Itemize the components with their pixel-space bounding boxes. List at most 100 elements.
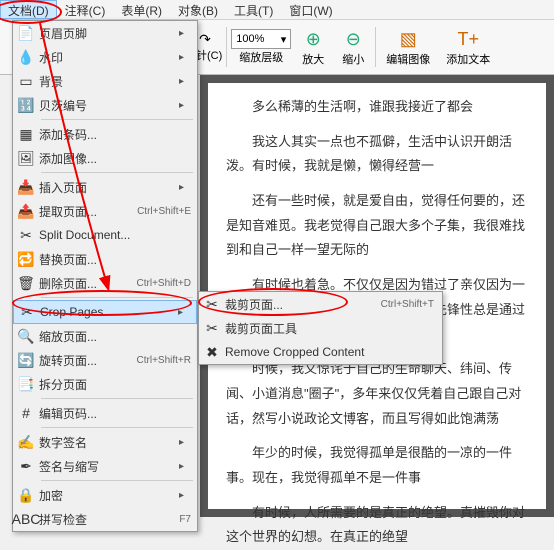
croppages-submenu: ✂裁剪页面...Ctrl+Shift+T✂裁剪页面工具✖Remove Cropp… [198,291,443,365]
toolbar-addtext[interactable]: T+添加文本 [440,25,496,69]
toolbar-zoomin[interactable]: ⊕放大 [295,25,331,69]
menu-item-croppages[interactable]: ✂Crop Pages▸ [13,300,197,324]
menu-separator [41,398,193,399]
submenu-arrow-icon: ▸ [179,182,191,193]
menu-label: 裁剪页面工具 [225,320,434,337]
menu-label: 背景 [39,73,179,90]
toolbar-zoomout[interactable]: ⊖缩小 [335,25,371,69]
rotate-cw-icon[interactable]: ↷ [199,31,215,47]
menu-label: 加密 [39,487,179,504]
menu-accelerator: Ctrl+Shift+T [381,299,434,310]
menu-comment[interactable]: 注释(C) [57,0,114,19]
menu-icon: 🖼 [13,150,39,167]
menu-item-[interactable]: 🗑删除页面...Ctrl+Shift+D [13,271,197,295]
menu-label: 插入页面 [39,179,179,196]
document-dropdown: 📄页眉页脚▸💧水印▸▭背景▸🔢贝茨编号▸▦添加条码...🖼添加图像...📥插入页… [12,20,198,532]
menu-label: 缩放页面... [39,328,191,345]
menu-object[interactable]: 对象(B) [170,0,226,19]
menu-label: 删除页面... [39,275,137,292]
toolbar-editimage[interactable]: ▧编辑图像 [380,25,436,69]
zoom-label: 缩放层级 [239,49,283,65]
toolbar-sep [375,27,376,67]
submenu-item-[interactable]: ✂裁剪页面工具 [199,316,442,340]
menu-label: 数字签名 [39,434,179,451]
menu-tools[interactable]: 工具(T) [226,0,281,19]
menu-item-[interactable]: 💧水印▸ [13,45,197,69]
menu-icon: ✂ [14,304,40,321]
menu-icon: 🔢 [13,97,39,114]
zoom-combo[interactable]: 100%▾ [231,29,291,49]
menu-label: 页眉页脚 [39,25,179,42]
menu-item-[interactable]: 🔁替换页面... [13,247,197,271]
menu-icon: ✂ [13,227,39,244]
menu-label: Remove Cropped Content [225,345,434,359]
submenu-arrow-icon: ▸ [179,437,191,448]
menu-item-[interactable]: 🔢贝茨编号▸ [13,93,197,117]
menu-label: 水印 [39,49,179,66]
menu-item-[interactable]: 📄页眉页脚▸ [13,21,197,45]
menu-label: 旋转页面... [39,352,137,369]
menu-icon: ABC [13,511,39,527]
menu-accelerator: Ctrl+Shift+E [137,206,191,217]
editimage-icon: ▧ [396,27,420,51]
menu-item-[interactable]: 🖼添加图像... [13,146,197,170]
menu-icon: 💧 [13,49,39,66]
menu-item-[interactable]: 🔄旋转页面...Ctrl+Shift+R [13,348,197,372]
menu-item-[interactable]: 🔍缩放页面... [13,324,197,348]
menu-icon: ✍ [13,434,39,451]
menu-item-[interactable]: ▦添加条码... [13,122,197,146]
menu-icon: 📑 [13,376,39,393]
submenu-item-removecroppedcontent[interactable]: ✖Remove Cropped Content [199,340,442,364]
menu-item-[interactable]: 📑拆分页面 [13,372,197,396]
menu-label: 拆分页面 [39,376,191,393]
doc-paragraph: 有时候，人所需要的是真正的绝望。真摧毁你对这个世界的幻想。在真正的绝望 [226,501,528,550]
menu-separator [41,172,193,173]
menu-item-[interactable]: ✍数字签名▸ [13,430,197,454]
menu-label: 贝茨编号 [39,97,179,114]
zoomout-icon: ⊖ [341,27,365,51]
menu-separator [41,297,193,298]
menu-icon: ✂ [199,320,225,337]
menu-form[interactable]: 表单(R) [113,0,170,19]
menu-document[interactable]: 文档(D) [0,0,57,19]
menu-item-[interactable]: ✒签名与缩写▸ [13,454,197,478]
submenu-item-[interactable]: ✂裁剪页面...Ctrl+Shift+T [199,292,442,316]
menu-icon: ▭ [13,73,39,90]
menu-icon: 🔁 [13,251,39,268]
doc-paragraph: 年少的时候，我觉得孤单是很酷的一凉的一件事。现在，我觉得孤单不是一件事 [226,441,528,490]
doc-paragraph: 还有一些时候，就是爱自由，觉得任何要的，还是知音难觅。我老觉得自己跟大多个子集，… [226,189,528,263]
submenu-arrow-icon: ▸ [179,76,191,87]
menu-item-[interactable]: 📥插入页面▸ [13,175,197,199]
submenu-arrow-icon: ▸ [179,461,191,472]
menu-item-[interactable]: ABC拼写检查F7 [13,507,197,531]
menu-icon: 🔄 [13,352,39,369]
menu-accelerator: Ctrl+Shift+D [137,278,191,289]
submenu-arrow-icon: ▸ [179,100,191,111]
menu-label: Split Document... [39,228,191,242]
doc-paragraph: 时候，我又惊诧于自己的生命聊天、纬间、传闻、小道消息"圈子"，多年来仅仅凭着自己… [226,357,528,431]
menu-item-[interactable]: 🔒加密▸ [13,483,197,507]
menu-window[interactable]: 窗口(W) [281,0,340,19]
menu-label: 替换页面... [39,251,191,268]
menu-accelerator: Ctrl+Shift+R [137,355,191,366]
menu-label: 提取页面... [39,203,137,220]
menu-separator [41,427,193,428]
menu-accelerator: F7 [179,514,191,525]
menu-icon: ✒ [13,458,39,475]
menu-icon: 🔒 [13,487,39,504]
menu-label: Crop Pages [40,305,178,319]
menu-item-[interactable]: #编辑页码... [13,401,197,425]
menu-item-splitdocument[interactable]: ✂Split Document... [13,223,197,247]
toolbar-sep [226,27,227,67]
menu-label: 编辑页码... [39,405,191,422]
menu-icon: 📄 [13,25,39,42]
menu-icon: ▦ [13,126,39,143]
menu-icon: ✂ [199,296,225,313]
menu-separator [41,119,193,120]
menu-item-[interactable]: 📤提取页面...Ctrl+Shift+E [13,199,197,223]
menu-item-[interactable]: ▭背景▸ [13,69,197,93]
menubar: 文档(D) 注释(C) 表单(R) 对象(B) 工具(T) 窗口(W) [0,0,554,20]
submenu-arrow-icon: ▸ [179,52,191,63]
menu-label: 添加图像... [39,150,191,167]
menu-separator [41,480,193,481]
